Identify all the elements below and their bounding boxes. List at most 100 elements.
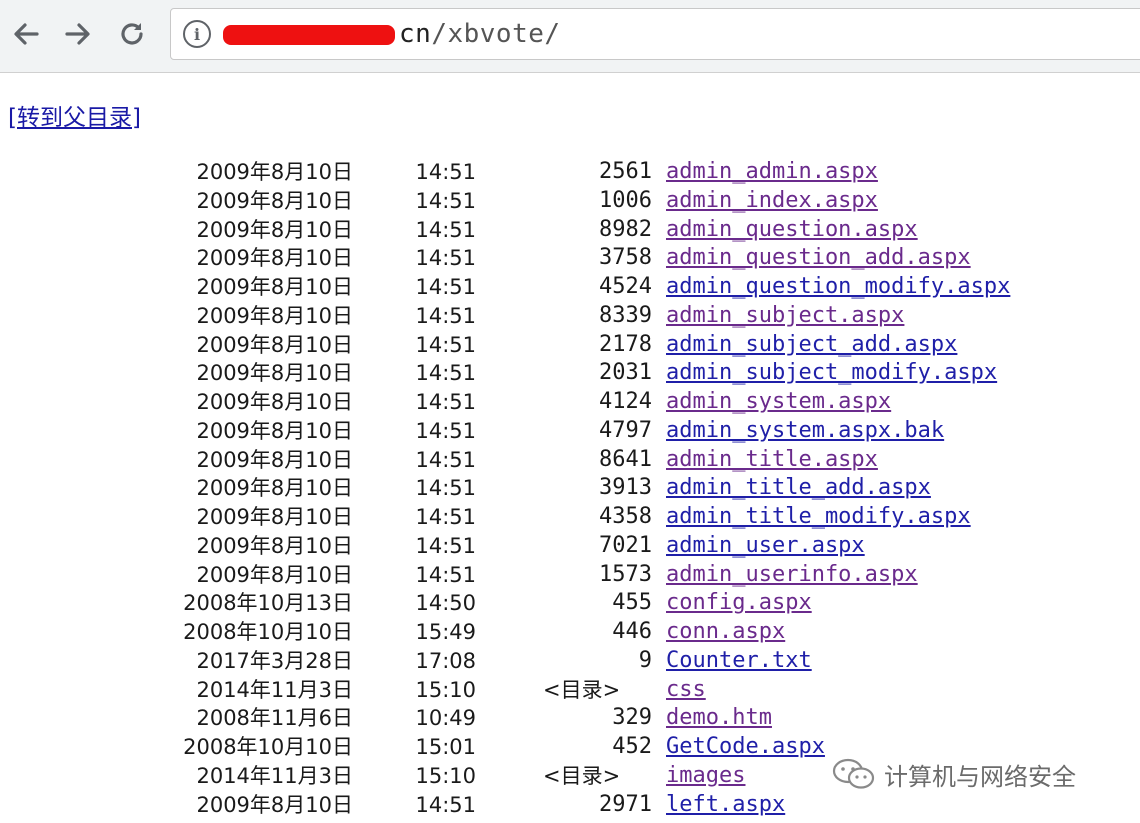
url-path: /xbvote/ [431,19,561,49]
file-row: 2009年8月10日 14:51 3913 admin_title_add.aspx [0,474,1140,503]
entry-time: 14:51 [415,160,476,184]
directory-link[interactable]: css [666,676,706,704]
file-link[interactable]: Counter.txt [666,647,812,675]
entry-time: 14:51 [415,275,476,299]
entry-time: 14:51 [415,447,476,472]
back-button[interactable] [6,14,46,54]
file-link[interactable]: conn.aspx [666,618,785,646]
entry-time: 14:51 [415,303,476,328]
entry-date: 2009年8月10日 [196,533,353,558]
file-row: 2009年8月10日 14:51 4524 admin_question_modify… [0,273,1140,302]
entry-time: 14:51 [415,332,476,357]
file-row: 2009年8月10日 14:51 4124 admin_system.aspx [0,388,1140,417]
entry-date: 2009年8月10日 [196,361,353,386]
entry-size: 9 [638,647,652,673]
entry-date: 2014年11月3日 [196,677,353,702]
file-link[interactable]: admin_user.aspx [666,532,865,560]
file-link[interactable]: admin_system.aspx [666,388,891,416]
file-link[interactable]: admin_system.aspx.bak [666,417,944,445]
entry-time: 14:51 [415,792,476,817]
entry-time: 17:08 [415,648,476,673]
file-row: 2009年8月10日 14:51 3758 admin_question_add.as… [0,244,1140,273]
file-row: 2009年8月10日 14:51 2561 admin_admin.aspx [0,158,1140,187]
entry-date: 2008年10月10日 [183,620,353,644]
wechat-logo-icon [832,758,875,789]
entry-time: 10:49 [415,706,476,731]
entry-time: 15:10 [415,677,476,702]
entry-size: 2031 [599,360,652,386]
entry-size: 3913 [599,475,652,501]
file-row: 2009年8月10日 14:51 8641 admin_title.aspx [0,446,1140,475]
file-row: 2009年8月10日 14:51 2971 left.aspx [0,791,1140,820]
entry-time: 15:01 [415,735,476,759]
entry-size: 4124 [599,389,652,414]
entry-size: 1573 [599,561,652,587]
file-link[interactable]: admin_admin.aspx [666,158,878,186]
file-row: 2008年10月13日 14:50 455 config.aspx [0,589,1140,618]
entry-date: 2009年8月10日 [196,275,353,299]
entry-size: 1006 [599,187,652,213]
entry-size: 3758 [599,245,652,271]
entry-date: 2014年11月3日 [196,763,353,788]
file-link[interactable]: admin_userinfo.aspx [666,561,918,589]
entry-size: 452 [612,734,652,759]
file-row: 2017年3月28日 17:08 9 Counter.txt [0,647,1140,676]
file-row: 2009年8月10日 14:51 7021 admin_user.aspx [0,532,1140,561]
file-link[interactable]: admin_question.aspx [666,216,918,244]
entry-date: 2009年8月10日 [196,447,353,472]
address-bar[interactable]: i cn/xbvote/ [170,8,1140,60]
file-link[interactable]: admin_title.aspx [666,446,878,474]
entry-time: 14:51 [415,361,476,386]
entry-size: 329 [612,705,652,731]
file-row: 2009年8月10日 14:51 8339 admin_subject.aspx [0,302,1140,331]
entry-date: 2009年8月10日 [196,505,353,529]
browser-toolbar: i cn/xbvote/ [0,0,1140,73]
entry-date: 2009年8月10日 [196,160,353,184]
url-host-suffix: cn [399,19,432,49]
entry-date: 2008年10月10日 [183,735,353,759]
entry-size: 2561 [599,159,652,184]
file-link[interactable]: admin_question_modify.aspx [666,273,1010,301]
entry-time: 14:51 [415,246,476,271]
file-link[interactable]: GetCode.aspx [666,733,825,761]
entry-date: 2017年3月28日 [196,648,353,673]
forward-button[interactable] [58,14,98,54]
entry-size: 2178 [599,331,652,357]
watermark: 计算机与网络安全 [832,756,1076,792]
directory-row: 2014年11月3日 15:10 <目录> css [0,676,1140,705]
entry-time: 14:51 [415,188,476,213]
redacted-host-mark [223,25,395,45]
entry-size: 4797 [599,417,652,443]
reload-button[interactable] [112,14,152,54]
file-row: 2008年10月10日 15:49 446 conn.aspx [0,618,1140,647]
entry-time: 14:51 [415,505,476,529]
entry-time: 14:51 [415,562,476,587]
file-row: 2008年11月6日 10:49 329 demo.htm [0,704,1140,733]
file-link[interactable]: admin_title_add.aspx [666,474,931,502]
file-link[interactable]: admin_index.aspx [666,187,878,215]
entry-date: 2009年8月10日 [196,332,353,357]
file-link[interactable]: admin_subject_add.aspx [666,331,957,359]
file-link[interactable]: admin_question_add.aspx [666,244,971,272]
reload-icon [121,23,143,45]
parent-directory-link[interactable]: [转到父目录] [8,98,141,132]
entry-size: 8339 [599,302,652,328]
file-link[interactable]: admin_title_modify.aspx [666,503,971,531]
entry-size: 4524 [599,274,652,299]
directory-tag: <目录> [543,677,621,702]
entry-date: 2009年8月10日 [196,792,353,817]
file-link[interactable]: left.aspx [666,791,785,819]
file-row: 2009年8月10日 14:51 1006 admin_index.aspx [0,187,1140,216]
file-row: 2009年8月10日 14:51 8982 admin_question.aspx [0,216,1140,245]
site-info-icon[interactable]: i [183,20,211,48]
entry-time: 14:51 [415,217,476,242]
entry-date: 2008年10月13日 [183,591,353,616]
file-link[interactable]: config.aspx [666,589,812,617]
file-link[interactable]: admin_subject.aspx [666,302,904,330]
directory-link[interactable]: images [666,762,745,790]
directory-listing: 2009年8月10日 14:51 2561 admin_admin.aspx 2009年… [0,158,1140,819]
file-link[interactable]: demo.htm [666,704,772,732]
file-row: 2009年8月10日 14:51 4358 admin_title_modify.as… [0,503,1140,532]
entry-time: 14:51 [415,390,476,414]
file-link[interactable]: admin_subject_modify.aspx [666,359,997,387]
